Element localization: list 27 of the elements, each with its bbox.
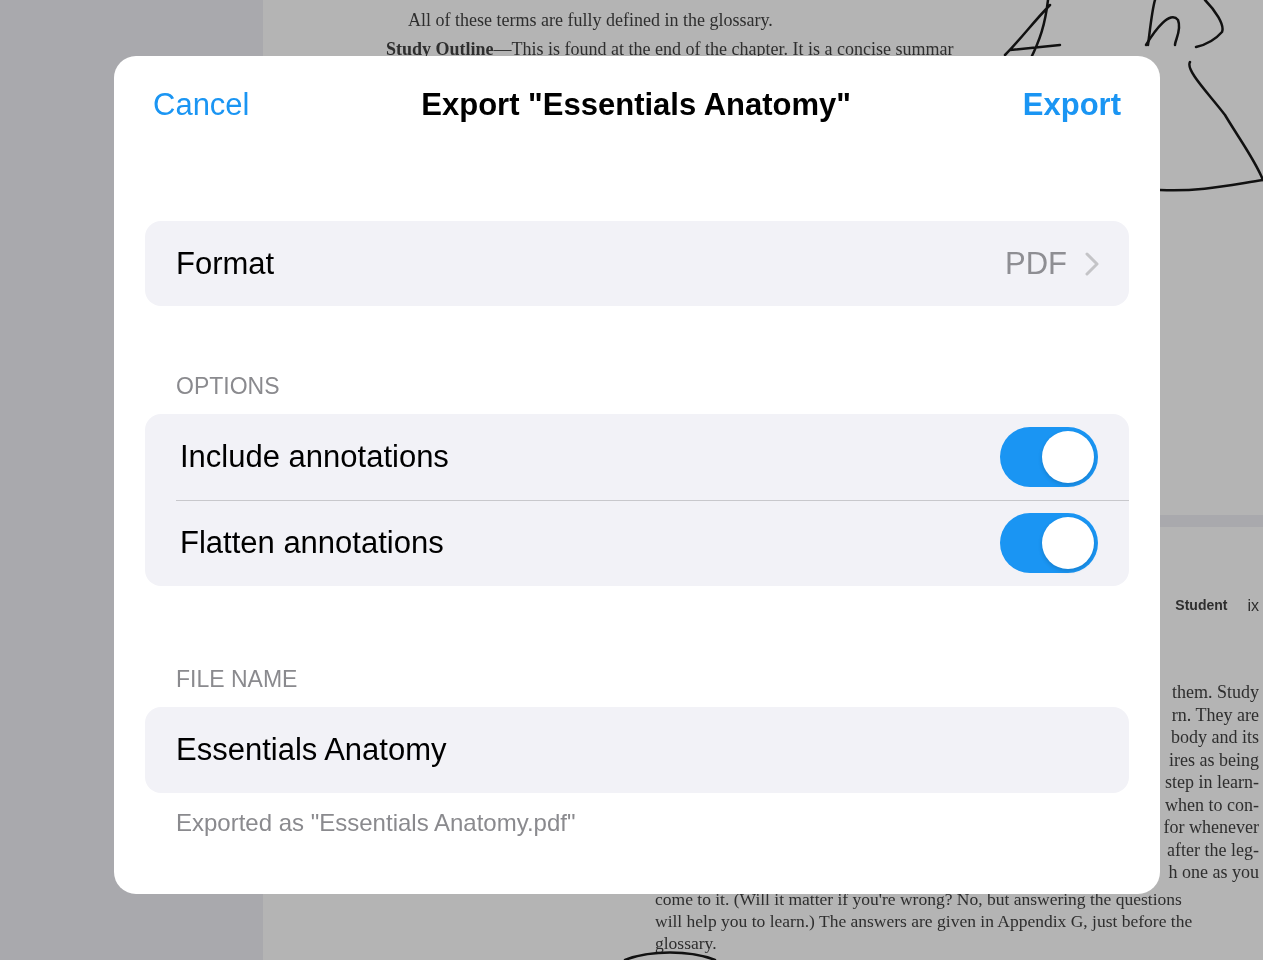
section-header: OPTIONS [175,373,281,401]
document-text: when to con- [1165,793,1259,816]
document-text: rn. They are [1171,703,1259,726]
toggle-switch[interactable] [1000,513,1098,573]
format-row[interactable]: Format PDF [145,221,1129,306]
document-text: glossary. [655,932,718,954]
document-text: h one as you [1168,861,1259,884]
option-label: Include annotations [180,439,449,475]
section-header: FILE NAME [175,666,299,694]
document-text: will help you to learn.) The answers are given in Appendix G, just before the [655,910,1194,932]
toggle-switch[interactable] [1000,427,1098,487]
document-text: step in learn- [1165,771,1259,794]
option-label: Flatten annotations [180,525,444,561]
document-text: them. Study [1172,681,1259,704]
page-number: ix [1247,597,1259,615]
running-head: Student [1175,597,1228,615]
document-text: Study Outline—This is found at the end of the chapter. It is a concise summar [386,38,955,60]
document-text: ires as being [1169,748,1259,771]
dialog-title: Export "Essentials Anatomy" [421,87,851,123]
document-text: body and its [1171,726,1259,749]
document-text: after the leg- [1167,838,1259,861]
chevron-right-icon [1085,251,1099,276]
document-text: All of these terms are fully defined in the glossary. [407,9,774,31]
file-name-field[interactable]: Essentials Anatomy [145,707,1129,793]
document-text: come to it. (Will it matter if you're wrong? No, but answering the questions [655,888,1183,910]
document-text: for whenever [1163,816,1259,839]
export-note: Exported as "Essentials Anatomy.pdf" [175,808,577,837]
